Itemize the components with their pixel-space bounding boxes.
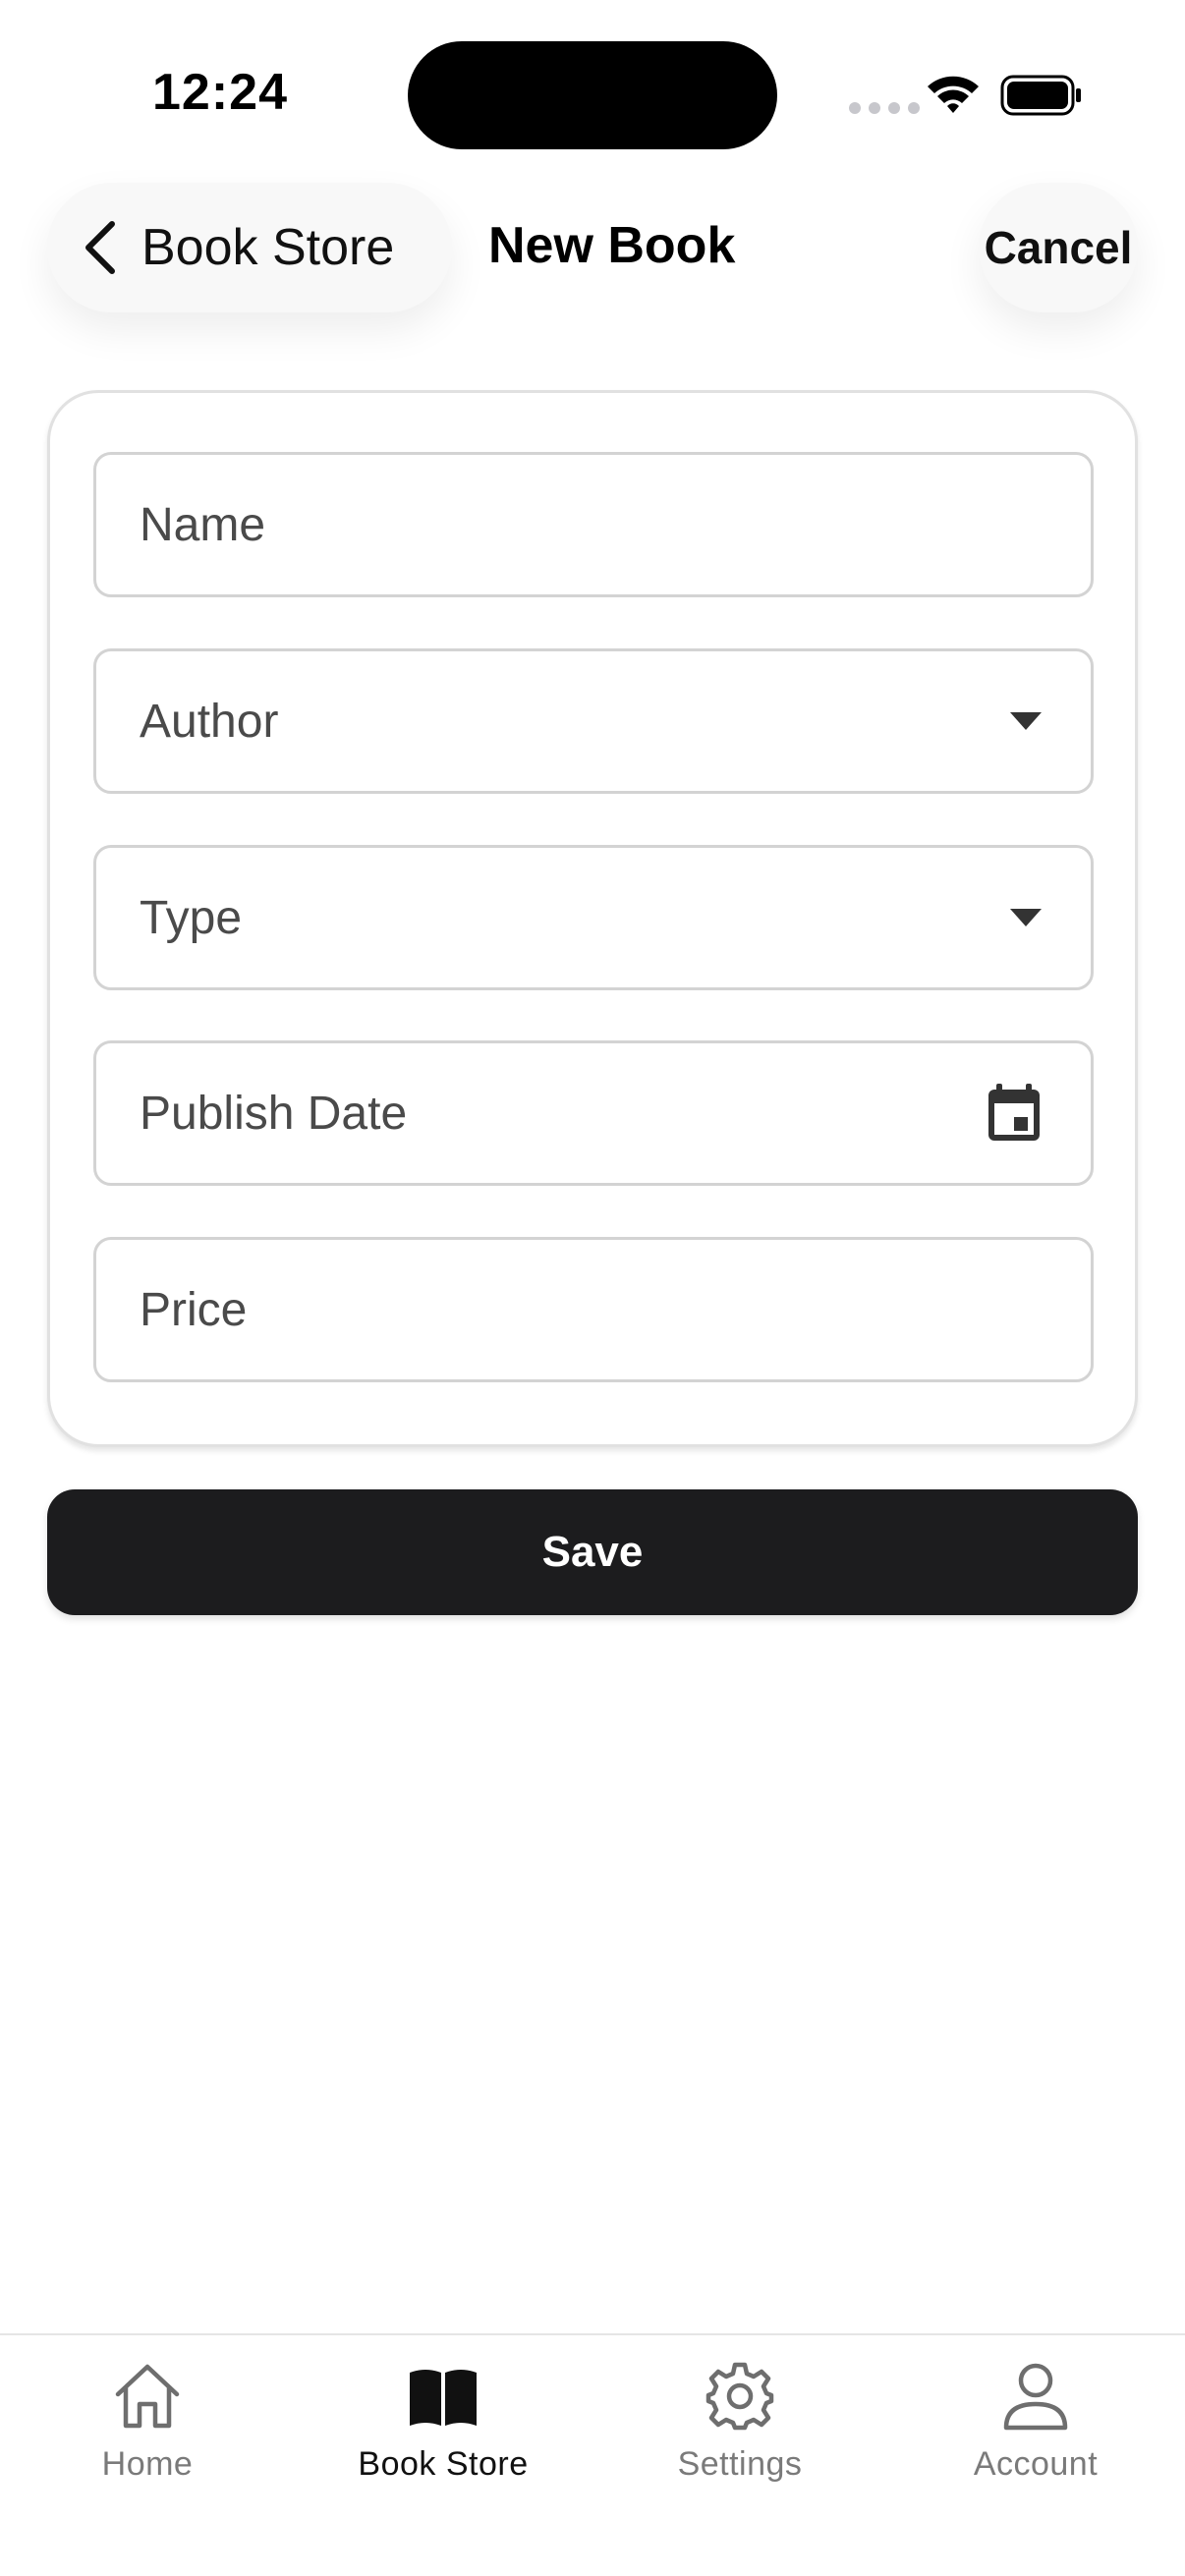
author-select-label: Author <box>140 695 279 748</box>
type-select[interactable]: Type <box>93 845 1094 990</box>
tab-account[interactable]: Account <box>888 2335 1183 2532</box>
cellular-signal-icon <box>849 102 920 114</box>
author-select[interactable]: Author <box>93 648 1094 794</box>
dropdown-caret-icon <box>1010 909 1042 926</box>
name-field[interactable]: Name <box>93 452 1094 597</box>
dropdown-caret-icon <box>1010 712 1042 730</box>
tab-home[interactable]: Home <box>0 2335 295 2532</box>
save-button[interactable]: Save <box>47 1489 1138 1615</box>
price-field-label: Price <box>140 1283 248 1336</box>
battery-icon <box>1000 75 1081 116</box>
dynamic-island <box>408 41 777 149</box>
tab-bar: Home Book Store Settings Account <box>0 2333 1185 2576</box>
publish-date-field[interactable]: Publish Date <box>93 1040 1094 1186</box>
book-form-card: Name Author Type Publish Date Price <box>47 390 1138 1447</box>
cancel-button[interactable]: Cancel <box>979 183 1138 312</box>
chevron-left-icon <box>85 221 115 274</box>
page-title: New Book <box>488 217 736 274</box>
type-select-label: Type <box>140 891 243 944</box>
tab-book-store-label: Book Store <box>358 2445 529 2483</box>
tab-account-label: Account <box>973 2445 1099 2483</box>
back-button[interactable]: Book Store <box>47 183 452 312</box>
price-field[interactable]: Price <box>93 1237 1094 1382</box>
tab-settings-label: Settings <box>677 2445 803 2483</box>
tab-home-label: Home <box>101 2445 194 2483</box>
tab-book-store[interactable]: Book Store <box>296 2335 591 2532</box>
wifi-icon <box>928 76 979 113</box>
new-book-screen: 12:24 Book Store New Book Cancel Name Au… <box>0 0 1185 2576</box>
publish-date-field-label: Publish Date <box>140 1087 408 1140</box>
status-time: 12:24 <box>152 64 288 121</box>
house-icon <box>115 2364 180 2429</box>
gear-icon <box>705 2362 774 2431</box>
calendar-icon[interactable] <box>987 1084 1042 1143</box>
back-button-label: Book Store <box>141 219 395 276</box>
book-icon <box>410 2370 477 2426</box>
person-icon <box>1003 2363 1068 2431</box>
tab-settings[interactable]: Settings <box>592 2335 887 2532</box>
name-field-label: Name <box>140 498 266 551</box>
